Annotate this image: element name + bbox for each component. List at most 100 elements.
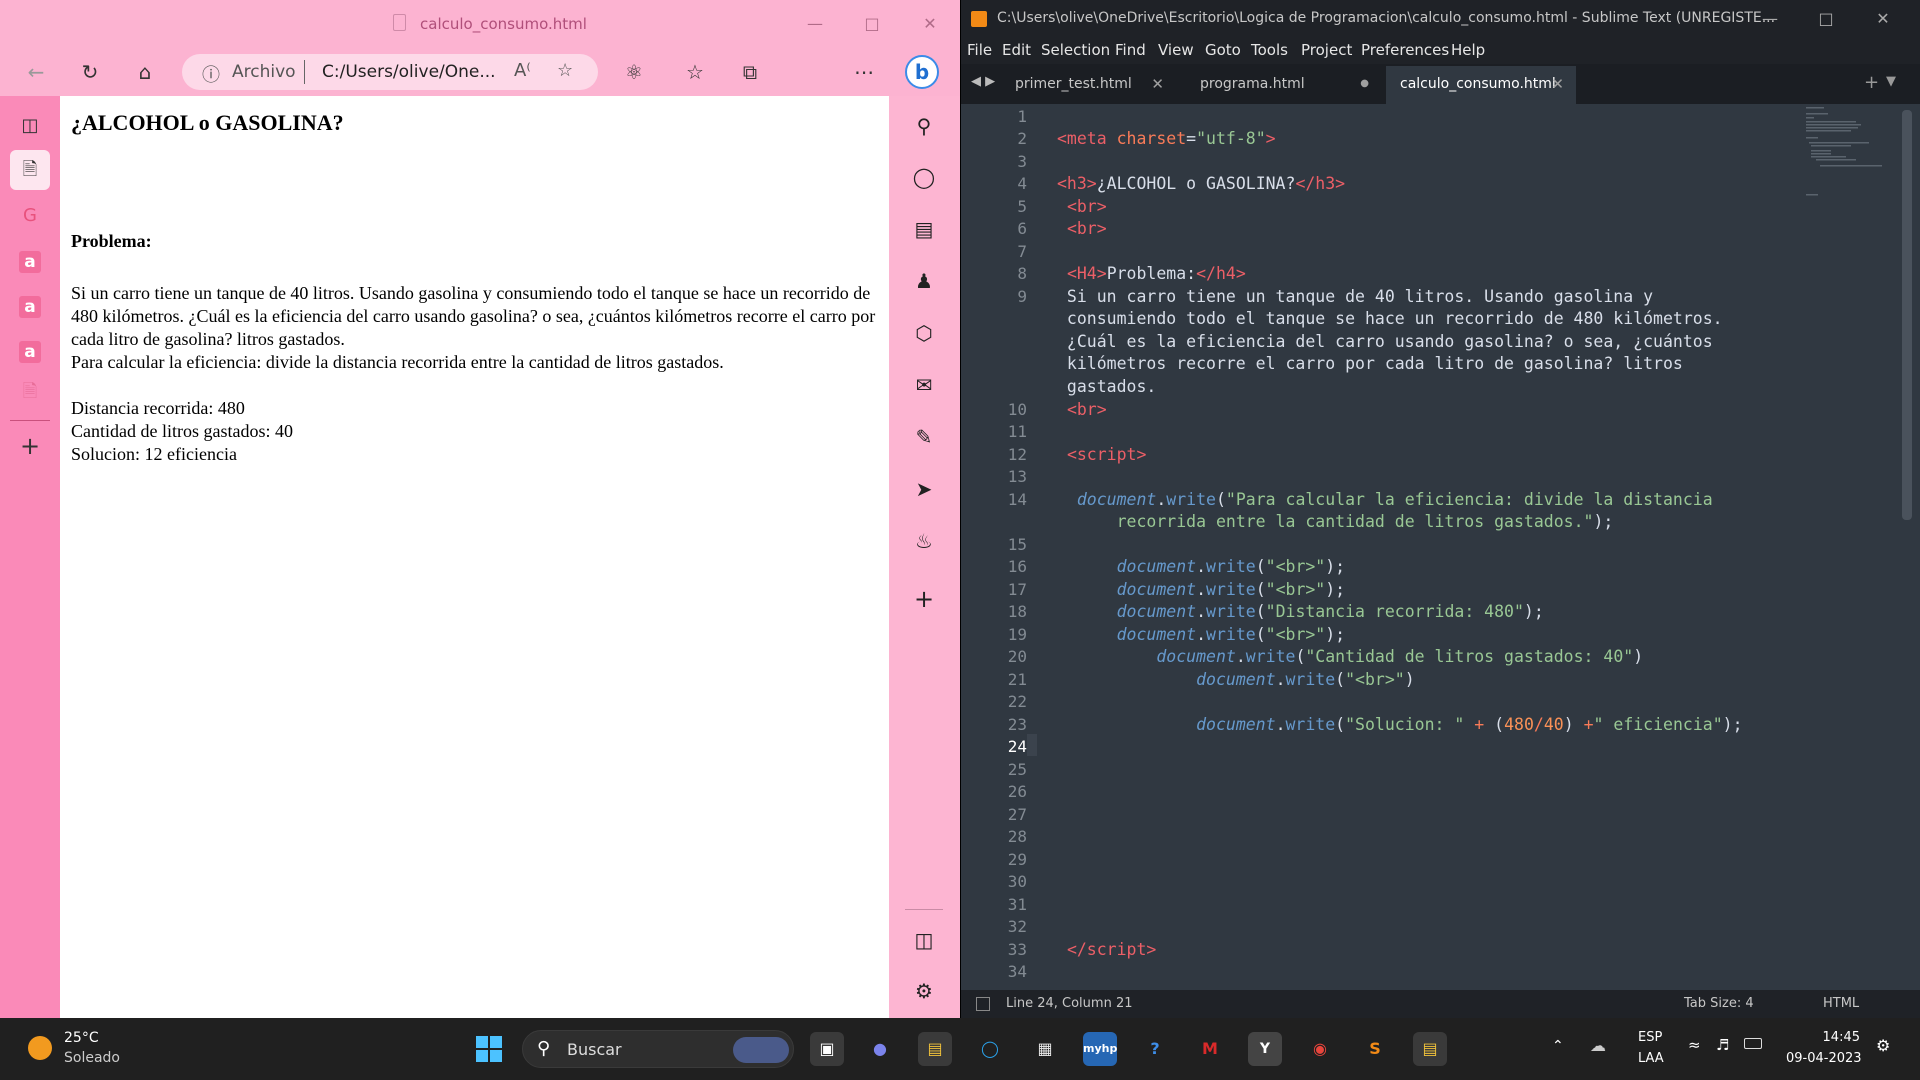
windows-start-icon[interactable] [472,1032,506,1066]
hide-sidebar-icon[interactable]: ◫ [909,925,939,955]
sublime-app-icon[interactable]: S [1358,1032,1392,1066]
settings-icon[interactable]: ⚙ [909,976,939,1006]
weather-desc[interactable]: Soleado [64,1050,120,1066]
menu-project[interactable]: Project [1301,41,1352,59]
editor-title: C:\Users\olive\OneDrive\Escritorio\Logic… [997,10,1776,26]
menu-tools[interactable]: Tools [1251,41,1288,59]
chevron-up-icon[interactable]: ⌃ [1552,1038,1564,1054]
cloud-icon[interactable]: ☁ [1590,1036,1606,1055]
games-icon[interactable]: ♟ [909,266,939,296]
file-explorer-icon[interactable]: ▤ [918,1032,952,1066]
code-area[interactable]: <meta charset="utf-8"> <h3>¿ALCOHOL o GA… [1057,104,1907,990]
refresh-icon[interactable]: ↻ [76,58,104,86]
menu-edit[interactable]: Edit [1002,41,1031,59]
editor-maximize-button[interactable]: □ [1814,7,1838,31]
tab-close-icon[interactable]: ✕ [1151,66,1164,102]
close-button[interactable]: ✕ [918,12,942,36]
menu-preferences[interactable]: Preferences [1361,41,1449,59]
extensions-icon[interactable]: ⚛ [620,58,648,86]
address-bar[interactable]: ⓘ Archivo C:/Users/olive/One... A⁽ ☆ [182,54,598,90]
editor-close-button[interactable]: ✕ [1871,7,1895,31]
menu-view[interactable]: View [1158,41,1194,59]
outlook-icon[interactable]: ✉ [909,370,939,400]
tab-actions-icon[interactable]: ◫ [14,110,46,142]
menu-find[interactable]: Find [1115,41,1146,59]
favorites-icon[interactable]: ☆ [681,58,709,86]
bing-icon[interactable]: b [905,55,939,89]
search-icon[interactable]: ⚲ [909,111,939,141]
edge-app-icon[interactable]: ◯ [973,1032,1007,1066]
maximize-button[interactable]: □ [860,12,884,36]
app-y-icon[interactable]: Y [1248,1032,1282,1066]
language-sub[interactable]: LAA [1638,1051,1664,1066]
sun-icon[interactable] [28,1036,52,1060]
vertical-tab-current[interactable]: 🗎 [10,150,50,190]
new-tab-plus-icon[interactable]: + [1864,72,1879,93]
battery-icon[interactable] [1744,1038,1762,1049]
clock-time[interactable]: 14:45 [1810,1030,1860,1045]
editor-minimize-button[interactable]: — [1758,7,1782,31]
tab-dropdown-icon[interactable]: ▼ [1886,74,1896,89]
store-app-icon[interactable]: ▦ [1028,1032,1062,1066]
shopping-tag-icon[interactable]: ◯ [909,162,939,192]
send-icon[interactable]: ➤ [909,474,939,504]
amazon-tab-icon-3[interactable]: a [19,341,41,363]
weather-temp[interactable]: 25°C [64,1030,99,1046]
add-sidebar-icon[interactable]: + [909,584,939,614]
url-text[interactable]: C:/Users/olive/One... [322,62,496,82]
clock-date[interactable]: 09-04-2023 [1786,1051,1862,1066]
tab-size[interactable]: Tab Size: 4 [1684,996,1754,1011]
amazon-tab-icon-2[interactable]: a [19,296,41,318]
help-app-icon[interactable]: ? [1138,1032,1172,1066]
minimap[interactable] [1806,104,1896,204]
mcafee-icon[interactable]: M [1193,1032,1227,1066]
menu-goto[interactable]: Goto [1205,41,1241,59]
new-tab-icon[interactable]: + [14,430,46,462]
page-tab-icon[interactable]: 🗎 [14,376,46,408]
google-tab-icon[interactable]: G [14,200,46,232]
code-line: <br> [1066,219,1107,238]
office-icon[interactable]: ⬡ [909,318,939,348]
line-number: 31 [1007,895,1027,914]
notifications-icon[interactable]: ⚙ [1876,1036,1890,1055]
tree-icon[interactable]: ♨ [909,526,939,556]
read-aloud-icon[interactable]: A⁽ [514,60,531,81]
designer-icon[interactable]: ✎ [909,422,939,452]
line-number: 14 [1007,490,1027,509]
add-favorite-icon[interactable]: ☆ [557,60,573,81]
back-icon[interactable]: ← [22,58,50,86]
page-subheading: Problema: [71,231,152,251]
minimize-button[interactable]: — [803,12,827,36]
syntax-mode[interactable]: HTML [1823,996,1859,1011]
line-number: 21 [1007,670,1027,689]
tab-calculo-consumo[interactable]: calculo_consumo.html ✕ [1386,66,1576,104]
status-bar: Line 24, Column 21 Tab Size: 4 HTML [961,990,1920,1018]
menu-selection[interactable]: Selection [1041,41,1110,59]
task-view-icon[interactable]: ▣ [810,1032,844,1066]
tab-nav-arrows-icon[interactable]: ◀ ▶ [971,74,995,89]
collections-icon[interactable]: ⧉ [736,58,764,86]
menu-file[interactable]: File [967,41,992,59]
tab-programa[interactable]: programa.html ● [1186,66,1381,104]
more-icon[interactable]: ⋯ [850,58,878,86]
language-code[interactable]: ESP [1638,1030,1662,1045]
teams-chat-icon[interactable]: ● [863,1032,897,1066]
volume-icon[interactable]: ♬ [1716,1036,1729,1054]
editor-scrollbar[interactable] [1902,110,1912,520]
tab-close-icon[interactable]: ✕ [1551,66,1564,102]
myhp-icon[interactable]: myhp [1083,1032,1117,1066]
tools-icon[interactable]: ▤ [909,214,939,244]
menu-help[interactable]: Help [1451,41,1485,59]
home-icon[interactable]: ⌂ [131,58,159,86]
line-number: 25 [1007,760,1027,779]
tab-unsaved-dot-icon[interactable]: ● [1360,66,1369,102]
code-line: document.write("Distancia recorrida: 480… [1116,602,1544,621]
tab-primer-test[interactable]: primer_test.html ✕ [1001,66,1176,104]
info-icon[interactable]: ⓘ [202,61,220,87]
amazon-tab-icon[interactable]: a [19,251,41,273]
wifi-icon[interactable]: ≈ [1688,1036,1701,1054]
folder-app-icon[interactable]: ▤ [1413,1032,1447,1066]
chrome-icon[interactable]: ◉ [1303,1032,1337,1066]
panel-toggle-icon[interactable] [976,997,990,1011]
taskbar-search[interactable]: ⚲ Buscar [522,1030,794,1068]
